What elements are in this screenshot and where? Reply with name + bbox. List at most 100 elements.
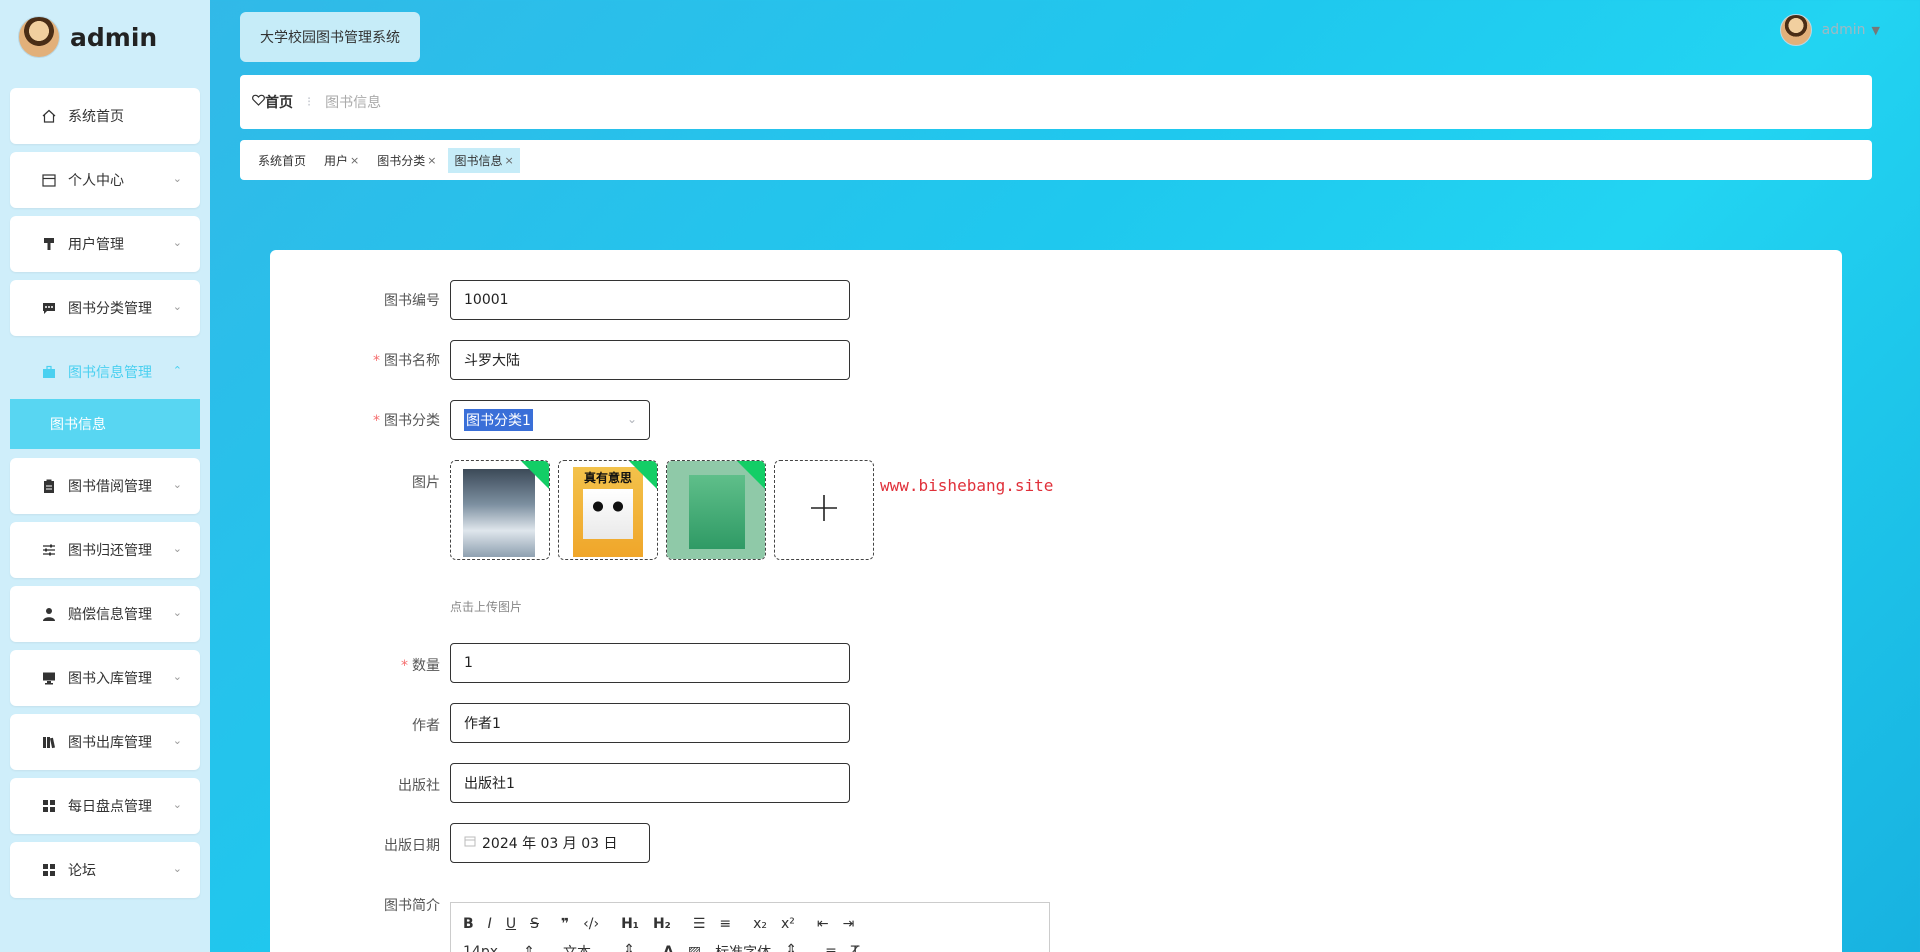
user-name: admin xyxy=(1821,22,1866,38)
rich-text-editor[interactable]: B I U S ❞ ‹/› H₁ H₂ ☰ ≡ x₂ x² ⇤ ⇥ 14px ⇕ … xyxy=(450,902,1050,952)
grid-icon xyxy=(40,861,58,879)
image-label: 图片 xyxy=(412,475,440,491)
user-menu[interactable]: admin ▼ xyxy=(1779,14,1880,46)
sidebar-item-compensation-management[interactable]: 赔偿信息管理 ⌄ xyxy=(10,586,200,642)
indent-icon[interactable]: ⇥ xyxy=(843,916,855,932)
sidebar-item-forum[interactable]: 论坛 ⌄ xyxy=(10,842,200,898)
admin-avatar xyxy=(18,16,60,58)
tab-book-info[interactable]: 图书信息 × xyxy=(448,147,520,173)
sidebar-subitem-book-info[interactable]: 图书信息 xyxy=(10,399,200,449)
editor-toolbar-row-1: B I U S ❞ ‹/› H₁ H₂ ☰ ≡ x₂ x² ⇤ ⇥ xyxy=(463,913,1037,935)
sidebar-item-label: 每日盘点管理 xyxy=(68,799,152,815)
clipboard-icon xyxy=(40,477,58,495)
home-icon xyxy=(40,107,58,125)
book-cover-thumb-3[interactable] xyxy=(666,460,766,560)
breadcrumb-separator: ⁝ xyxy=(307,94,312,110)
category-selected-value: 图书分类1 xyxy=(464,409,533,431)
subscript-icon[interactable]: x₂ xyxy=(753,916,767,932)
bold-icon[interactable]: B xyxy=(463,916,474,932)
book-cover-thumb-1[interactable] xyxy=(450,460,550,560)
sidebar-item-personal-center[interactable]: 个人中心 ⌄ xyxy=(10,152,200,208)
sidebar-item-borrow-management[interactable]: 图书借阅管理 ⌄ xyxy=(10,458,200,514)
align-icon[interactable]: ≡ xyxy=(825,944,837,952)
book-no-label: 图书编号 xyxy=(384,293,440,309)
pub-date-label: 出版日期 xyxy=(384,838,440,854)
code-block-icon[interactable]: ‹/› xyxy=(583,916,599,932)
sidebar-item-label: 论坛 xyxy=(68,863,96,879)
close-icon[interactable]: × xyxy=(350,154,359,167)
book-cover-thumb-2[interactable]: 真有意思 xyxy=(558,460,658,560)
sliders-icon xyxy=(40,541,58,559)
heart-icon xyxy=(252,94,265,110)
ordered-list-icon[interactable]: ☰ xyxy=(693,916,706,932)
sidebar-item-daily-inventory[interactable]: 每日盘点管理 ⌄ xyxy=(10,778,200,834)
header-select[interactable]: 文本⇕ xyxy=(563,942,649,952)
chevron-down-icon: ⌄ xyxy=(172,670,182,683)
close-icon[interactable]: × xyxy=(427,154,436,167)
upload-image-button[interactable] xyxy=(774,460,874,560)
font-color-icon[interactable]: A xyxy=(663,944,674,952)
superscript-icon[interactable]: x² xyxy=(781,916,795,932)
sidebar-item-return-management[interactable]: 图书归还管理 ⌄ xyxy=(10,522,200,578)
tab-category[interactable]: 图书分类 × xyxy=(371,148,442,173)
user-management-icon xyxy=(40,235,58,253)
sidebar-item-label: 系统首页 xyxy=(68,109,124,125)
sidebar-item-label: 用户管理 xyxy=(68,237,124,253)
sidebar-item-user-management[interactable]: 用户管理 ⌄ xyxy=(10,216,200,272)
heading2-icon[interactable]: H₂ xyxy=(653,916,671,932)
sidebar-item-stock-in-management[interactable]: 图书入库管理 ⌄ xyxy=(10,650,200,706)
chevron-down-icon: ⌄ xyxy=(172,606,182,619)
chevron-down-icon: ⌄ xyxy=(172,862,182,875)
quantity-input[interactable]: 1 xyxy=(450,643,850,683)
outdent-icon[interactable]: ⇤ xyxy=(817,916,829,932)
publisher-input[interactable]: 出版社1 xyxy=(450,763,850,803)
book-name-input[interactable]: 斗罗大陆 xyxy=(450,340,850,380)
publisher-label: 出版社 xyxy=(398,778,440,794)
chevron-down-icon: ⌄ xyxy=(626,412,637,426)
caret-down-icon: ▼ xyxy=(1871,23,1880,37)
font-family-select[interactable]: 标准字体⇕ xyxy=(715,942,811,952)
brand-name: admin xyxy=(70,22,158,52)
editor-toolbar-row-2: 14px⇕ 文本⇕ A ▨ 标准字体⇕ ≡ T̸ xyxy=(463,941,1037,952)
book-no-input[interactable]: 10001 xyxy=(450,280,850,320)
author-label: 作者 xyxy=(412,718,440,734)
pub-date-picker[interactable]: 2024 年 03 月 03 日 xyxy=(450,823,650,863)
chevron-down-icon: ⌄ xyxy=(172,300,182,313)
sidebar-item-label: 图书分类管理 xyxy=(68,301,152,317)
sidebar-item-label: 图书借阅管理 xyxy=(68,479,152,495)
bullet-list-icon[interactable]: ≡ xyxy=(719,916,731,932)
app-title: 大学校园图书管理系统 xyxy=(240,12,420,62)
clear-format-icon[interactable]: T̸ xyxy=(851,944,860,952)
italic-icon[interactable]: I xyxy=(488,916,492,932)
blockquote-icon[interactable]: ❞ xyxy=(561,916,569,932)
sidebar-item-book-info-management[interactable]: 图书信息管理 ⌃ xyxy=(10,344,200,400)
sidebar-item-label: 个人中心 xyxy=(68,173,124,189)
calendar-icon xyxy=(464,835,476,851)
tab-label: 图书信息 xyxy=(454,153,503,168)
sidebar-item-home[interactable]: 系统首页 xyxy=(10,88,200,144)
upload-hint: 点击上传图片 xyxy=(450,600,523,614)
font-size-select[interactable]: 14px ⇕ xyxy=(463,944,549,952)
author-input[interactable]: 作者1 xyxy=(450,703,850,743)
background-color-icon[interactable]: ▨ xyxy=(688,944,701,952)
underline-icon[interactable]: U xyxy=(506,916,516,932)
book-cover-image: 真有意思 xyxy=(573,467,643,557)
book-cover-title: 真有意思 xyxy=(583,471,632,485)
sidebar-item-label: 赔偿信息管理 xyxy=(68,607,152,623)
tab-user[interactable]: 用户 × xyxy=(318,148,365,173)
sidebar-item-category-management[interactable]: 图书分类管理 ⌄ xyxy=(10,280,200,336)
close-icon[interactable]: × xyxy=(505,154,514,167)
tab-home[interactable]: 系统首页 xyxy=(252,148,312,173)
sidebar-item-label: 图书出库管理 xyxy=(68,735,152,751)
category-select[interactable]: 图书分类1 ⌄ xyxy=(450,400,650,440)
grid-icon xyxy=(40,797,58,815)
sidebar-item-label: 图书入库管理 xyxy=(68,671,152,687)
heading1-icon[interactable]: H₁ xyxy=(621,916,639,932)
breadcrumb-home[interactable]: 首页 xyxy=(252,92,293,112)
sidebar-item-stock-out-management[interactable]: 图书出库管理 ⌄ xyxy=(10,714,200,770)
tab-label: 系统首页 xyxy=(258,153,307,168)
tab-label: 用户 xyxy=(324,153,349,168)
breadcrumb-current: 图书信息 xyxy=(325,95,382,111)
strikethrough-icon[interactable]: S xyxy=(530,916,539,932)
breadcrumb: 首页 ⁝ 图书信息 xyxy=(240,75,1872,129)
